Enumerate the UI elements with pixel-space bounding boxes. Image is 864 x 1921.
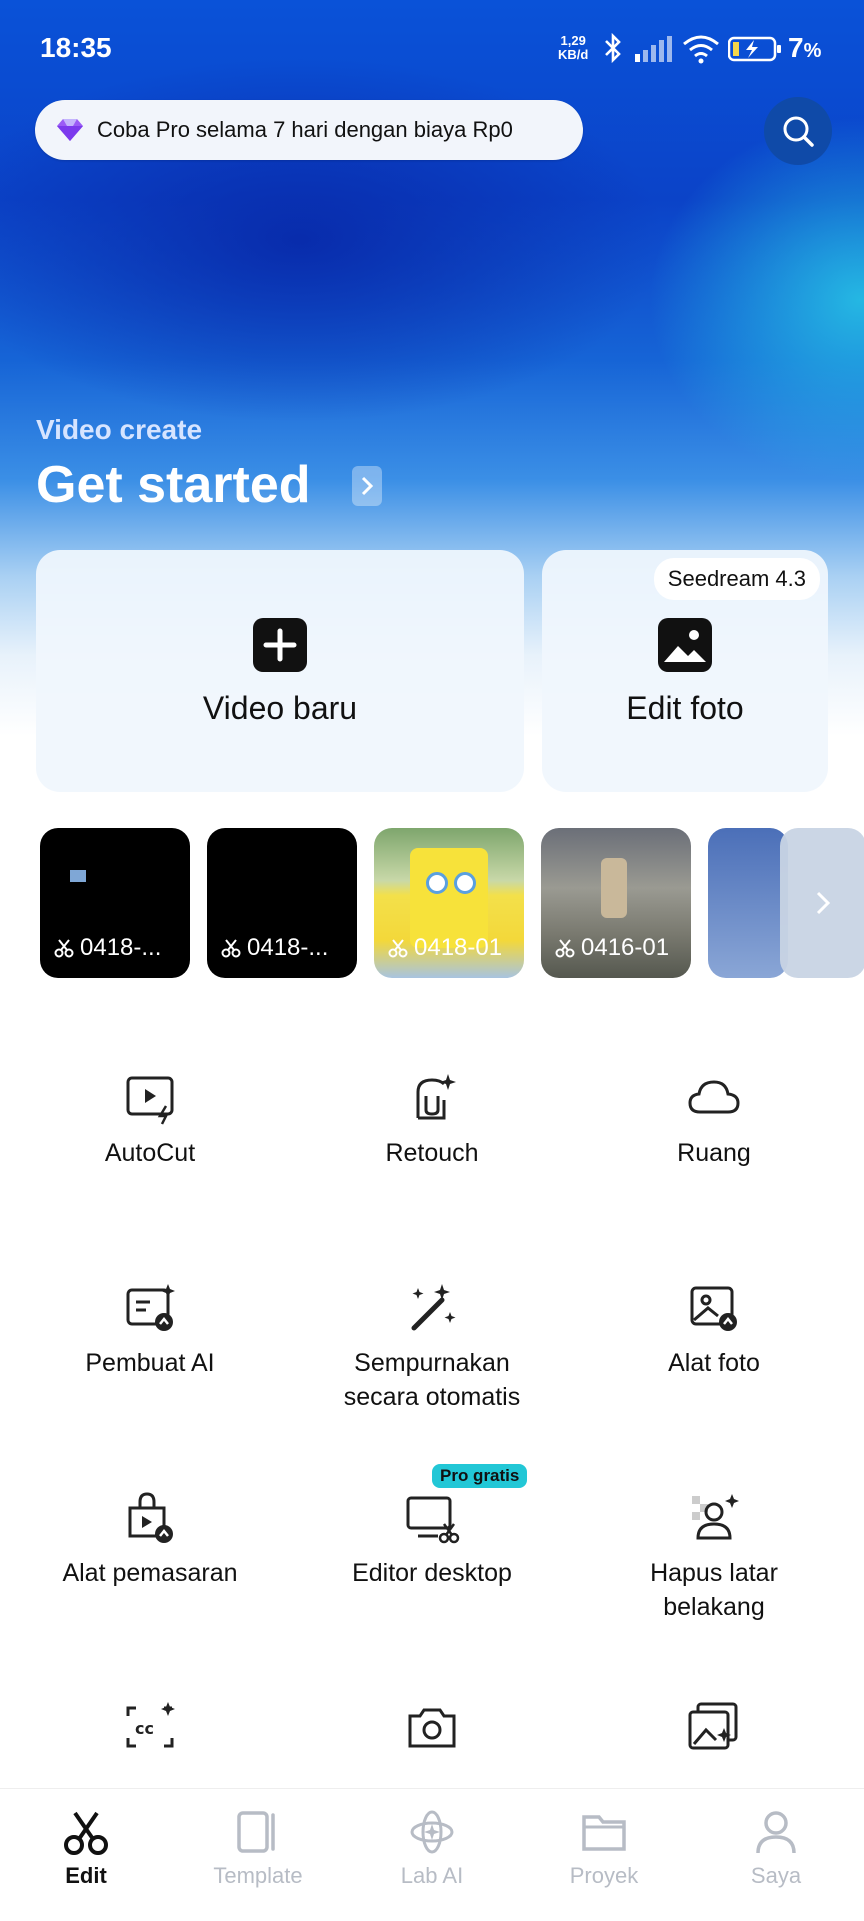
status-bar: 18:35 1,29 KB/d 7% bbox=[40, 30, 824, 70]
auto-caption-icon: cc bbox=[126, 1702, 175, 1748]
tool-desktop-editor[interactable]: Editor desktop bbox=[288, 1490, 576, 1590]
project-thumb[interactable]: 0418-01 bbox=[374, 828, 524, 978]
ai-lab-icon bbox=[410, 1810, 454, 1854]
tool-label: Ruang bbox=[677, 1139, 751, 1167]
tool-label: Editor desktop bbox=[352, 1559, 512, 1587]
svg-text:cc: cc bbox=[135, 1719, 154, 1738]
add-icon bbox=[253, 618, 307, 672]
camera-icon bbox=[408, 1708, 456, 1748]
project-name: 0418-... bbox=[80, 934, 162, 961]
tool-autocut[interactable]: AutoCut bbox=[6, 1070, 294, 1170]
network-speed-value: 1,29 bbox=[560, 33, 586, 48]
project-thumb[interactable]: 0416-01 bbox=[541, 828, 691, 978]
project-name: 0416-01 bbox=[581, 934, 670, 961]
remove-background-icon bbox=[692, 1494, 739, 1540]
magic-wand-icon bbox=[411, 1284, 456, 1331]
tool-retouch[interactable]: Retouch bbox=[288, 1070, 576, 1170]
battery-unit: % bbox=[803, 40, 822, 62]
image-icon bbox=[658, 618, 712, 672]
project-thumb[interactable] bbox=[708, 828, 788, 978]
photo-tools-icon bbox=[690, 1286, 737, 1331]
nav-edit[interactable]: Edit bbox=[0, 1807, 172, 1889]
tool-label: Hapus latar belakang bbox=[650, 1559, 778, 1621]
recent-projects: 0418-... 0418-... 0418-01 0416-01 bbox=[40, 828, 864, 978]
section-label: Video create bbox=[36, 414, 203, 445]
template-icon bbox=[237, 1811, 275, 1853]
pro-trial-banner[interactable]: Coba Pro selama 7 hari dengan biaya Rp0 bbox=[35, 100, 583, 160]
seedream-badge: Seedream 4.3 bbox=[653, 558, 820, 600]
edit-photo-label: Edit foto bbox=[626, 690, 744, 726]
project-preview bbox=[70, 870, 86, 882]
new-video-card[interactable]: Video baru bbox=[36, 550, 524, 792]
search-icon bbox=[783, 116, 814, 147]
nav-label: Proyek bbox=[569, 1863, 639, 1888]
nav-template[interactable]: Template bbox=[172, 1807, 344, 1889]
battery-percentage: 7% bbox=[788, 32, 821, 64]
nav-label: Template bbox=[213, 1863, 303, 1888]
retouch-icon bbox=[416, 1074, 456, 1120]
scissors-icon bbox=[64, 1811, 108, 1855]
nav-label: Saya bbox=[750, 1863, 802, 1888]
autocut-icon bbox=[126, 1076, 174, 1125]
tool-photo-tools[interactable]: Alat foto bbox=[570, 1280, 858, 1380]
tool-marketing[interactable]: Alat pemasaran bbox=[6, 1490, 294, 1590]
status-time: 18:35 bbox=[40, 32, 112, 63]
nav-label: Lab AI bbox=[400, 1863, 464, 1888]
ai-maker-icon bbox=[126, 1284, 175, 1331]
project-thumb[interactable]: 0418-... bbox=[207, 828, 357, 978]
project-name: 0418-... bbox=[247, 934, 329, 961]
marketing-bag-icon bbox=[128, 1492, 173, 1543]
battery-value: 7 bbox=[788, 32, 804, 63]
project-preview bbox=[454, 872, 476, 894]
project-name: 0418-01 bbox=[414, 934, 503, 961]
desktop-editor-icon bbox=[406, 1496, 460, 1544]
nav-profile[interactable]: Saya bbox=[690, 1807, 862, 1889]
pro-free-badge: Pro gratis bbox=[432, 1464, 528, 1488]
wifi-icon bbox=[682, 34, 720, 69]
tool-ai-image[interactable] bbox=[570, 1700, 858, 1756]
chevron-right-icon[interactable] bbox=[352, 466, 382, 506]
project-preview bbox=[426, 872, 448, 894]
nav-projects[interactable]: Proyek bbox=[518, 1807, 690, 1889]
battery-icon bbox=[727, 36, 784, 67]
network-speed: 1,29 KB/d bbox=[558, 34, 588, 62]
scissors-icon bbox=[388, 939, 408, 958]
tool-auto-caption[interactable]: cc bbox=[6, 1700, 294, 1756]
more-projects-button[interactable] bbox=[780, 828, 864, 978]
tool-label: Sempurnakan secara otomatis bbox=[343, 1349, 521, 1411]
tool-camera[interactable] bbox=[288, 1700, 576, 1756]
tool-label: AutoCut bbox=[104, 1139, 196, 1167]
scissors-icon bbox=[555, 939, 575, 958]
project-thumb[interactable]: 0418-... bbox=[40, 828, 190, 978]
tool-label: Alat pemasaran bbox=[62, 1559, 238, 1587]
bluetooth-icon bbox=[602, 32, 624, 71]
profile-icon bbox=[756, 1811, 796, 1854]
chevron-right-icon bbox=[816, 891, 831, 915]
tool-ai-maker[interactable]: Pembuat AI bbox=[6, 1280, 294, 1380]
nav-label: Edit bbox=[65, 1863, 107, 1888]
scissors-icon bbox=[54, 939, 74, 958]
scissors-icon bbox=[221, 939, 241, 958]
folder-icon bbox=[582, 1815, 626, 1851]
get-started-title[interactable]: Get started bbox=[36, 455, 311, 515]
promo-text: Coba Pro selama 7 hari dengan biaya Rp0 bbox=[97, 117, 513, 142]
project-preview bbox=[410, 848, 488, 948]
edit-photo-card[interactable]: Seedream 4.3 Edit foto bbox=[542, 550, 828, 792]
new-video-label: Video baru bbox=[202, 690, 358, 726]
tool-ruang[interactable]: Ruang bbox=[570, 1070, 858, 1170]
ai-image-icon bbox=[688, 1702, 738, 1750]
network-speed-unit: KB/d bbox=[558, 47, 589, 62]
cloud-icon bbox=[688, 1080, 740, 1114]
tool-label: Pembuat AI bbox=[85, 1349, 215, 1377]
project-preview bbox=[601, 858, 627, 918]
bottom-navigation: Edit Template Lab AI Proyek Saya bbox=[0, 1788, 864, 1921]
search-button[interactable] bbox=[764, 97, 832, 165]
tool-label: Retouch bbox=[385, 1139, 479, 1167]
tool-auto-enhance[interactable]: Sempurnakan secara otomatis bbox=[288, 1280, 576, 1414]
tool-label: Alat foto bbox=[668, 1349, 760, 1377]
diamond-icon bbox=[57, 119, 83, 141]
nav-ai-lab[interactable]: Lab AI bbox=[346, 1807, 518, 1889]
tool-remove-background[interactable]: Hapus latar belakang bbox=[570, 1490, 858, 1624]
signal-icon bbox=[634, 36, 674, 67]
